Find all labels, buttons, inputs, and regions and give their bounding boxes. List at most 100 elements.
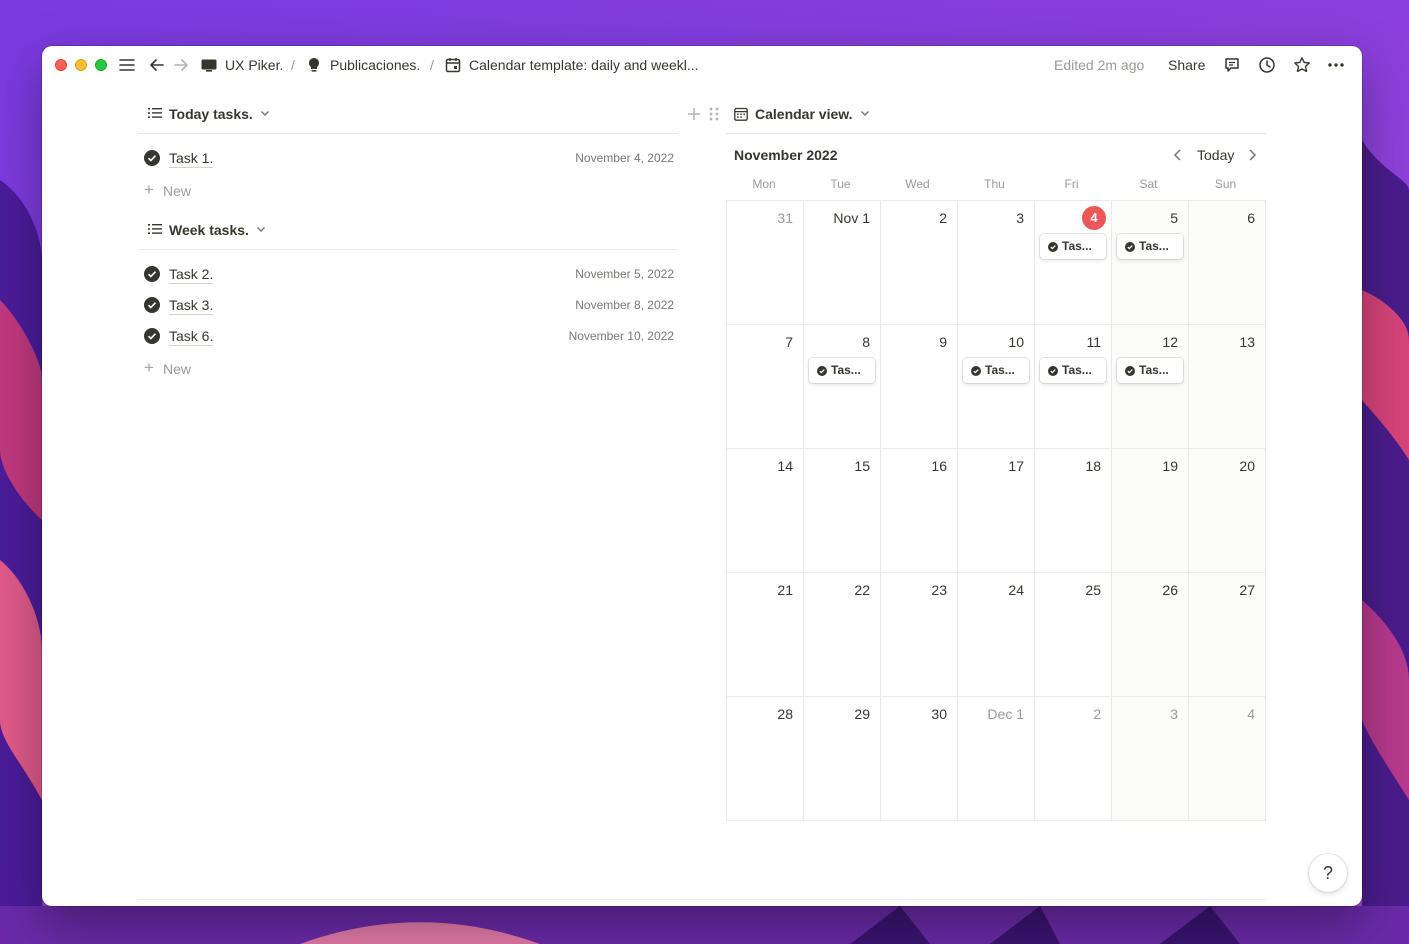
- chevron-right-icon[interactable]: [1244, 147, 1260, 163]
- history-clock-icon[interactable]: [1257, 55, 1277, 75]
- day-number: 12: [1162, 334, 1178, 350]
- calendar-task-card[interactable]: Tas...: [1040, 234, 1106, 259]
- calendar-view-title[interactable]: Calendar view.: [755, 105, 853, 123]
- task-name[interactable]: Task 2.: [169, 265, 214, 284]
- task-row[interactable]: Task 2. November 5, 2022: [138, 259, 678, 289]
- day-number: 27: [1239, 582, 1255, 598]
- day-number: 30: [931, 706, 947, 722]
- calendar-day-cell[interactable]: 25: [1035, 573, 1112, 697]
- more-options-icon[interactable]: [1326, 55, 1346, 75]
- calendar-day-cell[interactable]: 21: [727, 573, 804, 697]
- calendar-day-cell[interactable]: 15: [804, 449, 881, 573]
- calendar-day-cell[interactable]: 7: [727, 325, 804, 449]
- day-number: 29: [854, 706, 870, 722]
- minimize-window-button[interactable]: [75, 59, 87, 71]
- breadcrumb-page-title[interactable]: Calendar template: daily and weekl...: [469, 56, 699, 74]
- calendar-day-cell[interactable]: 17: [958, 449, 1035, 573]
- calendar-day-cell[interactable]: 26: [1112, 573, 1189, 697]
- day-number: 10: [1008, 334, 1024, 350]
- close-window-button[interactable]: [55, 59, 67, 71]
- calendar-task-card[interactable]: Tas...: [1117, 234, 1183, 259]
- task-name[interactable]: Task 1.: [169, 149, 214, 168]
- calendar-day-cell[interactable]: 12 Tas...: [1112, 325, 1189, 449]
- day-number: 5: [1170, 210, 1178, 226]
- calendar-day-cell[interactable]: 10 Tas...: [958, 325, 1035, 449]
- day-number: 31: [777, 210, 793, 226]
- weekday-label: Mon: [752, 177, 776, 191]
- task-row[interactable]: Task 6. November 10, 2022: [138, 321, 678, 351]
- calendar-task-card[interactable]: Tas...: [809, 358, 875, 383]
- share-button[interactable]: Share: [1168, 56, 1205, 74]
- calendar-day-cell[interactable]: 30: [881, 697, 958, 821]
- calendar-day-cell[interactable]: 4: [1189, 697, 1266, 821]
- forward-arrow-icon[interactable]: [171, 55, 191, 75]
- calendar-day-cell[interactable]: Dec 1: [958, 697, 1035, 821]
- today-tasks-header: Today tasks.: [138, 92, 678, 134]
- day-number: 13: [1239, 334, 1255, 350]
- calendar-day-cell[interactable]: 20: [1189, 449, 1266, 573]
- task-row[interactable]: Task 3. November 8, 2022: [138, 290, 678, 320]
- day-number: 24: [1008, 582, 1024, 598]
- calendar-view-header: Calendar view.: [726, 92, 1266, 134]
- favorite-star-icon[interactable]: [1292, 55, 1312, 75]
- calendar-day-cell[interactable]: 24: [958, 573, 1035, 697]
- calendar-day-cell[interactable]: 2: [1035, 697, 1112, 821]
- day-number: 15: [854, 458, 870, 474]
- task-name[interactable]: Task 3.: [169, 296, 214, 315]
- calendar-task-card[interactable]: Tas...: [1040, 358, 1106, 383]
- calendar-day-cell[interactable]: Nov 1: [804, 201, 881, 325]
- breadcrumb-publicaciones[interactable]: Publicaciones.: [330, 56, 420, 74]
- task-name[interactable]: Task 6.: [169, 327, 214, 346]
- calendar-day-cell[interactable]: 28: [727, 697, 804, 821]
- chevron-down-icon[interactable]: [260, 108, 270, 118]
- day-number: 16: [931, 458, 947, 474]
- calendar-day-cell[interactable]: 2: [881, 201, 958, 325]
- calendar-day-cell[interactable]: 27: [1189, 573, 1266, 697]
- calendar-task-card-label: Tas...: [831, 363, 861, 377]
- calendar-day-cell[interactable]: 13: [1189, 325, 1266, 449]
- add-week-task-button[interactable]: + New: [138, 356, 338, 380]
- calendar-month-label: November 2022: [734, 147, 838, 163]
- calendar-day-cell[interactable]: 14: [727, 449, 804, 573]
- calendar-day-cell[interactable]: 23: [881, 573, 958, 697]
- breadcrumb-workspace[interactable]: UX Piker.: [225, 56, 283, 74]
- calendar-day-cell[interactable]: 22: [804, 573, 881, 697]
- calendar-day-cell[interactable]: 3: [1112, 697, 1189, 821]
- week-tasks-title[interactable]: Week tasks.: [169, 221, 249, 239]
- help-button[interactable]: ?: [1309, 854, 1347, 892]
- today-button[interactable]: Today: [1197, 146, 1234, 164]
- calendar-task-card[interactable]: Tas...: [963, 358, 1029, 383]
- calendar-day-cell[interactable]: 11 Tas...: [1035, 325, 1112, 449]
- today-tasks-title[interactable]: Today tasks.: [169, 105, 253, 123]
- task-date: November 8, 2022: [575, 298, 674, 312]
- calendar-day-cell[interactable]: 19: [1112, 449, 1189, 573]
- comment-icon[interactable]: [1222, 55, 1242, 75]
- calendar-task-card[interactable]: Tas...: [1117, 358, 1183, 383]
- calendar-day-cell[interactable]: 31: [727, 201, 804, 325]
- plus-icon: +: [144, 180, 154, 199]
- day-number: 26: [1162, 582, 1178, 598]
- day-number: 4: [1082, 206, 1106, 230]
- add-today-task-button[interactable]: + New: [138, 178, 338, 202]
- calendar-day-cell[interactable]: 8 Tas...: [804, 325, 881, 449]
- calendar-day-cell[interactable]: 9: [881, 325, 958, 449]
- zoom-window-button[interactable]: [95, 59, 107, 71]
- calendar-day-cell[interactable]: 6: [1189, 201, 1266, 325]
- sidebar-toggle-icon[interactable]: [117, 55, 137, 75]
- back-arrow-icon[interactable]: [147, 55, 167, 75]
- calendar-day-cell[interactable]: 18: [1035, 449, 1112, 573]
- task-row[interactable]: Task 1. November 4, 2022: [138, 143, 678, 173]
- calendar-day-cell[interactable]: 5 Tas...: [1112, 201, 1189, 325]
- add-block-plus-icon[interactable]: [686, 106, 702, 122]
- chevron-down-icon[interactable]: [860, 108, 870, 118]
- calendar-day-cell[interactable]: 3: [958, 201, 1035, 325]
- calendar-day-cell[interactable]: 29: [804, 697, 881, 821]
- calendar-day-cell[interactable]: 16: [881, 449, 958, 573]
- day-number: 6: [1247, 210, 1255, 226]
- chevron-left-icon[interactable]: [1170, 147, 1186, 163]
- calendar-day-cell-today[interactable]: 4 Tas...: [1035, 201, 1112, 325]
- chevron-down-icon[interactable]: [256, 224, 266, 234]
- drag-handle-icon[interactable]: [708, 106, 720, 122]
- edited-status: Edited 2m ago: [1054, 57, 1145, 73]
- calendar-view-icon: [734, 107, 748, 121]
